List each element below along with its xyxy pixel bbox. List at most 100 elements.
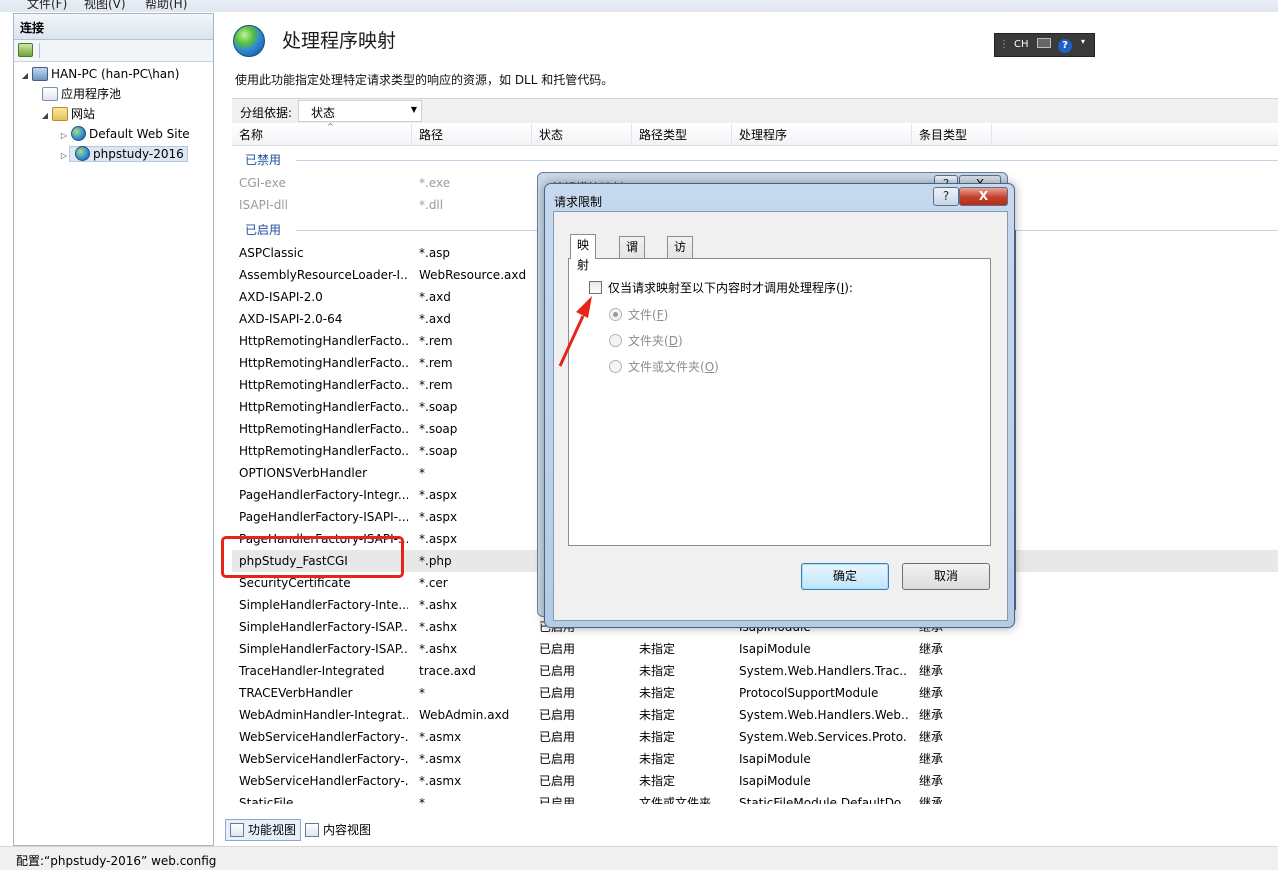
radio-button[interactable] xyxy=(609,308,622,321)
tree-node-phpstudy[interactable]: ▷ phpstudy-2016 xyxy=(59,145,188,164)
toolbar-divider xyxy=(39,43,40,58)
radio-file[interactable]: 文件(F) xyxy=(609,306,668,323)
language-bar[interactable]: ⋮ CH ? ▾ xyxy=(994,33,1095,57)
collapse-arrow-icon[interactable]: ◢ xyxy=(20,66,30,85)
collapse-arrow-icon[interactable]: ◢ xyxy=(40,106,50,125)
invoke-only-if-mapped-checkbox[interactable] xyxy=(589,281,602,294)
table-cell: AXD-ISAPI-2.0-64 xyxy=(239,312,343,326)
table-cell: SimpleHandlerFactory-ISAP... xyxy=(239,642,408,656)
table-cell: *.axd xyxy=(419,312,451,326)
tree-node-server[interactable]: ◢ HAN-PC (han-PC\han) xyxy=(20,65,179,84)
tree-node-sites[interactable]: ◢ 网站 xyxy=(40,105,95,124)
table-cell: OPTIONSVerbHandler xyxy=(239,466,368,480)
table-cell: 继承 xyxy=(919,664,944,678)
menu-view[interactable]: 视图(V) xyxy=(84,0,126,12)
table-row[interactable]: WebServiceHandlerFactory-... *.asmx 已启用 未指定… xyxy=(232,726,1278,748)
table-cell: PageHandlerFactory-ISAPI-... xyxy=(239,510,408,524)
expand-arrow-icon[interactable]: ▷ xyxy=(59,146,69,165)
radio-label-suffix: ) xyxy=(714,360,719,374)
expand-arrow-icon[interactable]: ▷ xyxy=(59,126,69,145)
table-cell: HttpRemotingHandlerFacto... xyxy=(239,356,408,370)
table-cell: AssemblyResourceLoader-I... xyxy=(239,268,408,282)
table-row[interactable]: WebAdminHandler-Integrat... WebAdmin.axd 已… xyxy=(232,704,1278,726)
menu-file[interactable]: 文件(F) xyxy=(27,0,67,12)
tree-selected-item[interactable]: phpstudy-2016 xyxy=(69,146,188,162)
table-cell: 已启用 xyxy=(539,752,576,766)
table-row[interactable]: WebServiceHandlerFactory-... *.asmx 已启用 未指定… xyxy=(232,748,1278,770)
column-header-name[interactable]: 名称 ^ xyxy=(232,122,412,146)
close-button[interactable]: X xyxy=(959,187,1008,206)
keyboard-icon[interactable] xyxy=(1037,38,1051,48)
radio-button[interactable] xyxy=(609,334,622,347)
table-cell: *.asmx xyxy=(419,774,462,788)
language-label[interactable]: CH xyxy=(1014,39,1029,50)
globe-icon xyxy=(75,146,90,161)
column-header-handler[interactable]: 处理程序 xyxy=(732,124,912,146)
table-cell: 未指定 xyxy=(639,774,676,788)
tree-label-app-pools: 应用程序池 xyxy=(61,87,122,101)
menu-help[interactable]: 帮助(H) xyxy=(145,0,187,12)
table-cell: TraceHandler-Integrated xyxy=(239,664,385,678)
column-header-path[interactable]: 路径 xyxy=(412,124,532,146)
table-row[interactable]: StaticFile * 已启用 文件或文件夹 StaticFileModule,Def… xyxy=(232,792,1278,804)
table-cell: *.exe xyxy=(419,176,451,190)
column-header-path-type[interactable]: 路径类型 xyxy=(632,124,732,146)
tab-mapping[interactable]: 映射 xyxy=(570,234,597,272)
table-cell: 已启用 xyxy=(539,686,576,700)
table-row[interactable]: TraceHandler-Integrated trace.axd 已启用 未指定 Sy… xyxy=(232,660,1278,682)
content-view-icon xyxy=(305,823,319,837)
table-row[interactable]: WebServiceHandlerFactory-... *.asmx 已启用 未指定… xyxy=(232,770,1278,792)
invoke-only-if-mapped-option[interactable]: 仅当请求映射至以下内容时才调用处理程序(I): xyxy=(589,279,853,296)
connect-icon[interactable] xyxy=(18,43,33,57)
tree-node-app-pools[interactable]: 应用程序池 xyxy=(40,85,121,104)
column-label: 处理程序 xyxy=(739,128,788,142)
help-icon[interactable]: ? xyxy=(1058,39,1072,53)
table-row[interactable]: TRACEVerbHandler * 已启用 未指定 ProtocolSupportMo… xyxy=(232,682,1278,704)
table-cell: 已启用 xyxy=(539,664,576,678)
grip-icon: ⋮ xyxy=(999,39,1009,50)
features-view-tab[interactable]: 功能视图 xyxy=(225,819,302,841)
content-view-tab[interactable]: 内容视图 xyxy=(300,819,376,841)
group-by-select[interactable]: 状态 ▼ xyxy=(298,100,422,122)
column-label: 路径 xyxy=(419,128,444,142)
dialog-body: 映射 谓词 访问 仅当请求映射至以下内容时才调用处理程序(I): 文件(F) 文… xyxy=(553,211,1008,621)
table-cell: *.asmx xyxy=(419,730,462,744)
mapping-panel: 仅当请求映射至以下内容时才调用处理程序(I): 文件(F) 文件夹(D) 文件或… xyxy=(568,258,991,546)
table-cell: *.ashx xyxy=(419,642,458,656)
folder-icon xyxy=(52,107,68,121)
options-icon[interactable]: ▾ xyxy=(1081,37,1085,46)
group-by-label: 分组依据: xyxy=(240,106,293,120)
column-header-state[interactable]: 状态 xyxy=(532,124,632,146)
table-cell: * xyxy=(419,466,425,480)
tree-node-default-site[interactable]: ▷ Default Web Site xyxy=(59,125,190,144)
column-label: 条目类型 xyxy=(919,128,968,142)
tree-label-sites: 网站 xyxy=(71,107,96,121)
help-button[interactable]: ? xyxy=(933,187,959,206)
table-cell: SimpleHandlerFactory-Inte... xyxy=(239,598,408,612)
grid-header: 名称 ^ 路径 状态 路径类型 处理程序 条目类型 xyxy=(232,122,1278,146)
radio-file-or-folder[interactable]: 文件或文件夹(O) xyxy=(609,358,719,375)
connections-toolbar xyxy=(14,40,213,62)
ok-button[interactable]: 确定 xyxy=(801,563,889,590)
table-cell: PageHandlerFactory-Integr... xyxy=(239,488,408,502)
group-header-disabled[interactable]: 已禁用 xyxy=(232,149,1278,171)
table-cell: 未指定 xyxy=(639,708,676,722)
tab-verbs[interactable]: 谓词 xyxy=(619,236,646,274)
radio-folder[interactable]: 文件夹(D) xyxy=(609,332,683,349)
table-cell: 未指定 xyxy=(639,664,676,678)
dialog-title: 请求限制 xyxy=(554,195,603,209)
table-row[interactable]: SimpleHandlerFactory-ISAP... *.ashx 已启用 未指定… xyxy=(232,638,1278,660)
table-cell: WebResource.axd xyxy=(419,268,527,282)
tab-access[interactable]: 访问 xyxy=(667,236,694,274)
column-header-entry-type[interactable]: 条目类型 xyxy=(912,124,992,146)
radio-button[interactable] xyxy=(609,360,622,373)
table-cell: ASPClassic xyxy=(239,246,304,260)
radio-accel-key: F xyxy=(656,308,664,322)
radio-accel-key: D xyxy=(668,334,678,348)
radio-label-suffix: ) xyxy=(677,334,683,348)
globe-icon xyxy=(233,25,265,57)
table-cell: 已启用 xyxy=(539,708,576,722)
radio-label: 文件( xyxy=(628,308,657,322)
cancel-button[interactable]: 取消 xyxy=(902,563,990,590)
table-cell: System.Web.Services.Proto... xyxy=(739,730,908,744)
